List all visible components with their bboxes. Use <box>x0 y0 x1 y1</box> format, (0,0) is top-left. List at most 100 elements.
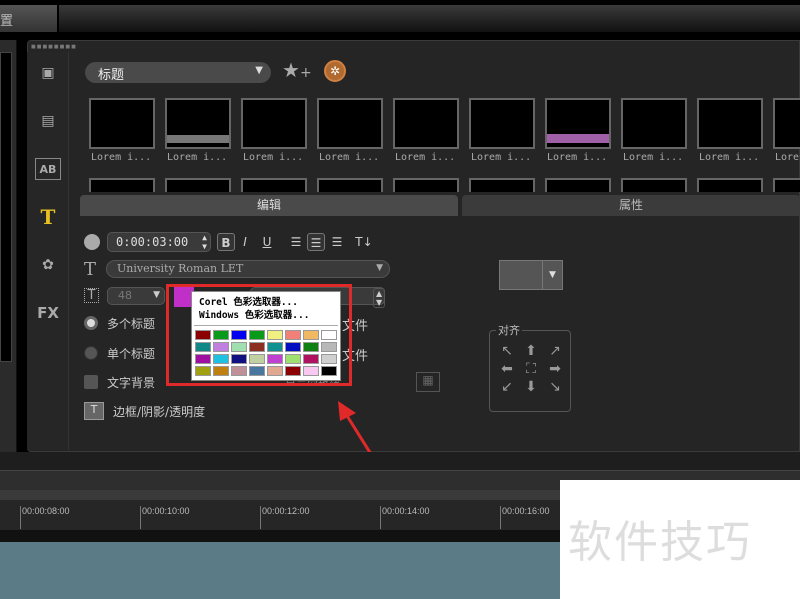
title-thumbnail[interactable] <box>621 98 687 149</box>
chevron-down-icon: ▼ <box>153 290 160 300</box>
italic-button[interactable]: I <box>236 233 254 251</box>
title-thumbnail[interactable] <box>241 98 307 149</box>
multi-title-radio[interactable] <box>84 316 98 330</box>
media-icon[interactable]: ▣ <box>35 62 61 84</box>
thumbnail-label: Lorem i... <box>699 152 760 163</box>
thumbnail-label: Lorem i... <box>623 152 684 163</box>
title-thumbnail[interactable] <box>545 178 611 192</box>
drag-handle[interactable]: ■■■■■■■■ <box>31 44 77 50</box>
ab-title-icon[interactable]: AB <box>35 158 61 180</box>
alignment-group: 对齐 ↖ ⬆ ↗ ⬅ ⛶ ➡ ↙ ⬇ ↘ <box>489 322 571 412</box>
align-left-icon[interactable]: ☰ <box>287 233 305 251</box>
watermark: 软件技巧 <box>560 480 800 599</box>
graphics-icon[interactable]: ✿ <box>35 254 61 276</box>
align-button[interactable]: ↗ <box>544 343 566 359</box>
align-button[interactable]: ⬅ <box>496 361 518 377</box>
thumbnail-label: Lorem i... <box>319 152 380 163</box>
single-title-label: 单个标题 <box>107 347 156 361</box>
transition-icon[interactable]: ▤ <box>35 110 61 132</box>
border-shadow-label[interactable]: 边框/阴影/透明度 <box>113 403 205 420</box>
thumbnail-label: Lorem i... <box>395 152 456 163</box>
align-button[interactable]: ↙ <box>496 379 518 395</box>
font-value: University Roman LET <box>117 262 244 275</box>
timeline-tick: 00:00:16:00 <box>500 506 550 529</box>
thumbnail-label: Lorem i... <box>91 152 152 163</box>
title-thumbnail[interactable] <box>469 98 535 149</box>
thumbnail-label: Lore <box>775 152 800 163</box>
title-thumbnail[interactable] <box>545 98 611 149</box>
border-shadow-icon[interactable]: T <box>84 402 104 420</box>
title-thumbnail[interactable] <box>317 178 383 192</box>
font-size-value: 48 <box>118 289 132 302</box>
tab-edit[interactable]: 编辑 <box>80 195 458 216</box>
timeline-tick: 00:00:08:00 <box>20 506 70 529</box>
chevron-down-icon: ▼ <box>376 263 383 273</box>
title-thumbnail[interactable] <box>697 98 763 149</box>
title-thumbnail[interactable] <box>241 178 307 192</box>
chevron-down-icon: ▼ <box>542 261 562 289</box>
highlight-box <box>166 284 352 386</box>
thumbnail-label: Lorem i... <box>471 152 532 163</box>
title-thumbnail[interactable] <box>165 98 231 149</box>
underline-button[interactable]: U <box>258 233 276 251</box>
category-value: 标题 <box>98 68 125 83</box>
title-thumbnail[interactable] <box>393 178 459 192</box>
top-tab-label: 置 <box>0 14 14 29</box>
film-reel-icon[interactable]: ✲ <box>324 60 346 82</box>
title-thumbnail[interactable] <box>773 98 800 149</box>
title-thumbnail[interactable] <box>773 178 800 192</box>
chevron-down-icon: ▼ <box>255 65 263 76</box>
library-sidebar: ▣ ▤ AB T ✿ FX <box>27 52 69 450</box>
timeline-tick: 00:00:10:00 <box>140 506 190 529</box>
thumbnail-label: Lorem i... <box>243 152 304 163</box>
title-thumbnail[interactable] <box>621 178 687 192</box>
title-thumbnail[interactable] <box>469 178 535 192</box>
title-thumbnail[interactable] <box>393 98 459 149</box>
vertical-text-icon[interactable]: T↓ <box>355 233 373 251</box>
title-thumbnail[interactable] <box>165 178 231 192</box>
title-thumbnail[interactable] <box>89 178 155 192</box>
align-button[interactable]: ⛶ <box>520 361 542 377</box>
title-thumbnail[interactable] <box>697 178 763 192</box>
multi-title-label: 多个标题 <box>107 317 156 331</box>
thumbnail-label: Lorem i... <box>547 152 608 163</box>
font-size-icon: T <box>84 288 99 303</box>
align-center-icon[interactable]: ☰ <box>307 233 325 251</box>
text-background-label: 文字背景 <box>107 376 156 390</box>
top-tab[interactable]: 置 <box>0 5 57 32</box>
timeline-tick: 00:00:12:00 <box>260 506 310 529</box>
duration-field[interactable]: 0:00:03:00 ▲ ▼ <box>107 232 211 252</box>
bold-button[interactable]: B <box>217 233 235 251</box>
category-dropdown[interactable]: 标题 ▼ <box>85 62 271 83</box>
align-button[interactable]: ⬆ <box>520 343 542 359</box>
align-button[interactable]: ➡ <box>544 361 566 377</box>
title-thumbnail[interactable] <box>89 98 155 149</box>
alignment-title: 对齐 <box>496 322 522 338</box>
thumbnail-label: Lorem i... <box>167 152 228 163</box>
star-plus-icon[interactable]: ★+ <box>282 58 312 82</box>
top-toolbar <box>59 5 800 32</box>
clock-icon <box>84 234 100 250</box>
font-size-field[interactable]: 48 ▼ <box>107 287 165 305</box>
align-button[interactable]: ↘ <box>544 379 566 395</box>
align-button[interactable]: ↖ <box>496 343 518 359</box>
font-icon: T <box>84 259 97 280</box>
stepper-icon[interactable]: ▲ ▼ <box>373 288 386 308</box>
font-dropdown[interactable]: University Roman LET ▼ <box>106 260 390 278</box>
preview-panel <box>0 40 17 460</box>
text-background-checkbox[interactable] <box>84 375 98 389</box>
single-title-radio[interactable] <box>84 346 98 360</box>
style-dropdown[interactable]: ▼ <box>499 260 563 290</box>
align-right-icon[interactable]: ☰ <box>328 233 346 251</box>
fx-icon[interactable]: FX <box>35 302 61 324</box>
timeline-tick: 00:00:14:00 <box>380 506 430 529</box>
align-button[interactable]: ⬇ <box>520 379 542 395</box>
timeline-toolbar <box>0 452 800 470</box>
title-thumbnail[interactable] <box>317 98 383 149</box>
grid-settings-icon[interactable]: ▦ <box>416 372 440 392</box>
tab-properties[interactable]: 属性 <box>462 195 800 216</box>
stepper-icon[interactable]: ▲ ▼ <box>202 233 207 251</box>
title-icon[interactable]: T <box>35 206 61 228</box>
preview-screen <box>0 52 12 362</box>
duration-value: 0:00:03:00 <box>116 235 189 249</box>
